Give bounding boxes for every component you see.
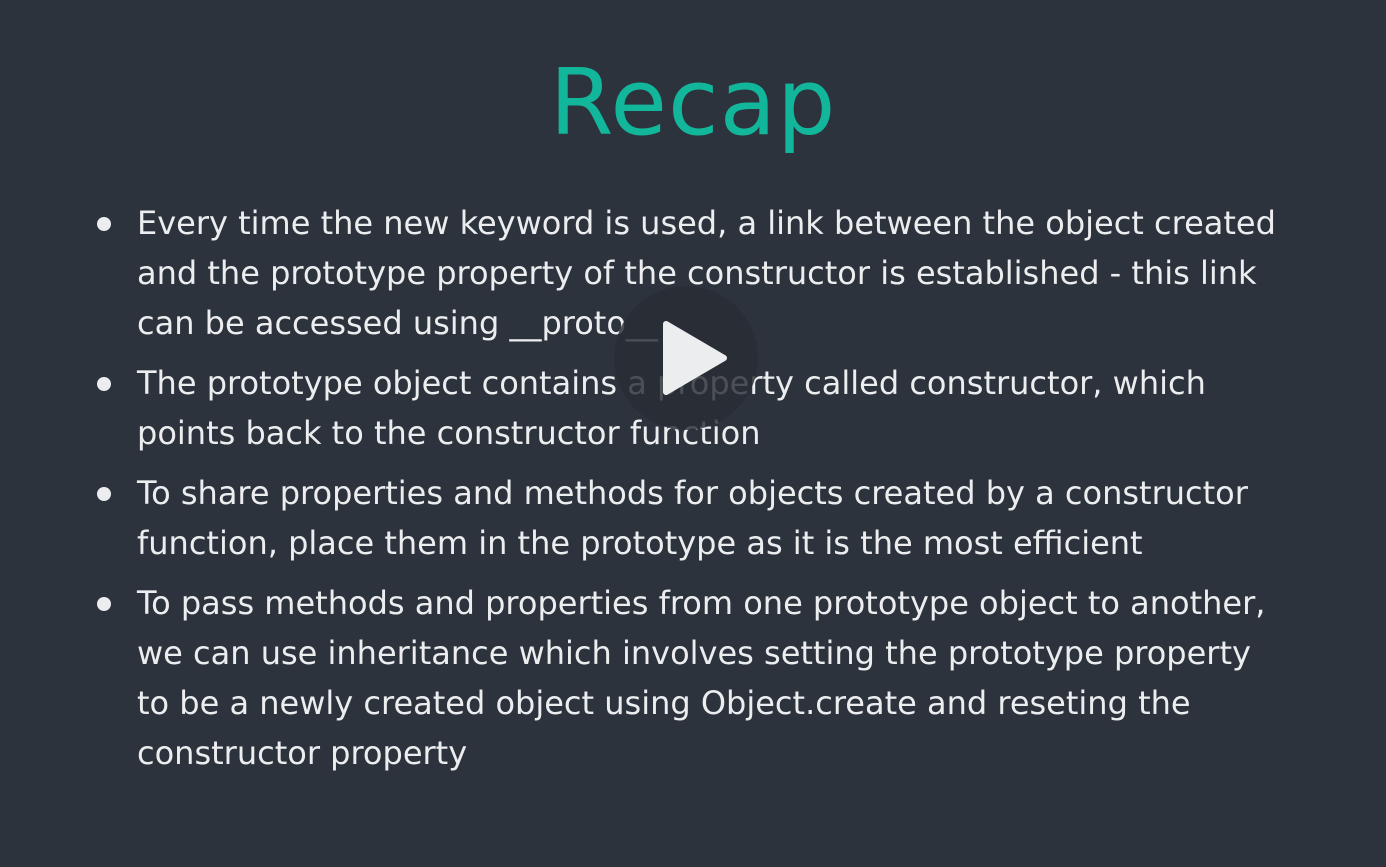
video-slide: Recap Every time the new keyword is used… bbox=[0, 0, 1386, 867]
bullet-item: To share properties and methods for obje… bbox=[0, 468, 1386, 568]
bullet-icon bbox=[97, 487, 111, 501]
slide-title: Recap bbox=[549, 49, 837, 156]
bullet-item: To pass methods and properties from one … bbox=[0, 578, 1386, 778]
bullet-text: To share properties and methods for obje… bbox=[137, 474, 1248, 562]
bullet-icon bbox=[97, 377, 111, 391]
bullet-text: To pass methods and properties from one … bbox=[137, 584, 1266, 772]
bullet-icon bbox=[97, 217, 111, 231]
bullet-icon bbox=[97, 597, 111, 611]
play-button[interactable] bbox=[614, 286, 758, 430]
play-icon bbox=[663, 321, 727, 395]
